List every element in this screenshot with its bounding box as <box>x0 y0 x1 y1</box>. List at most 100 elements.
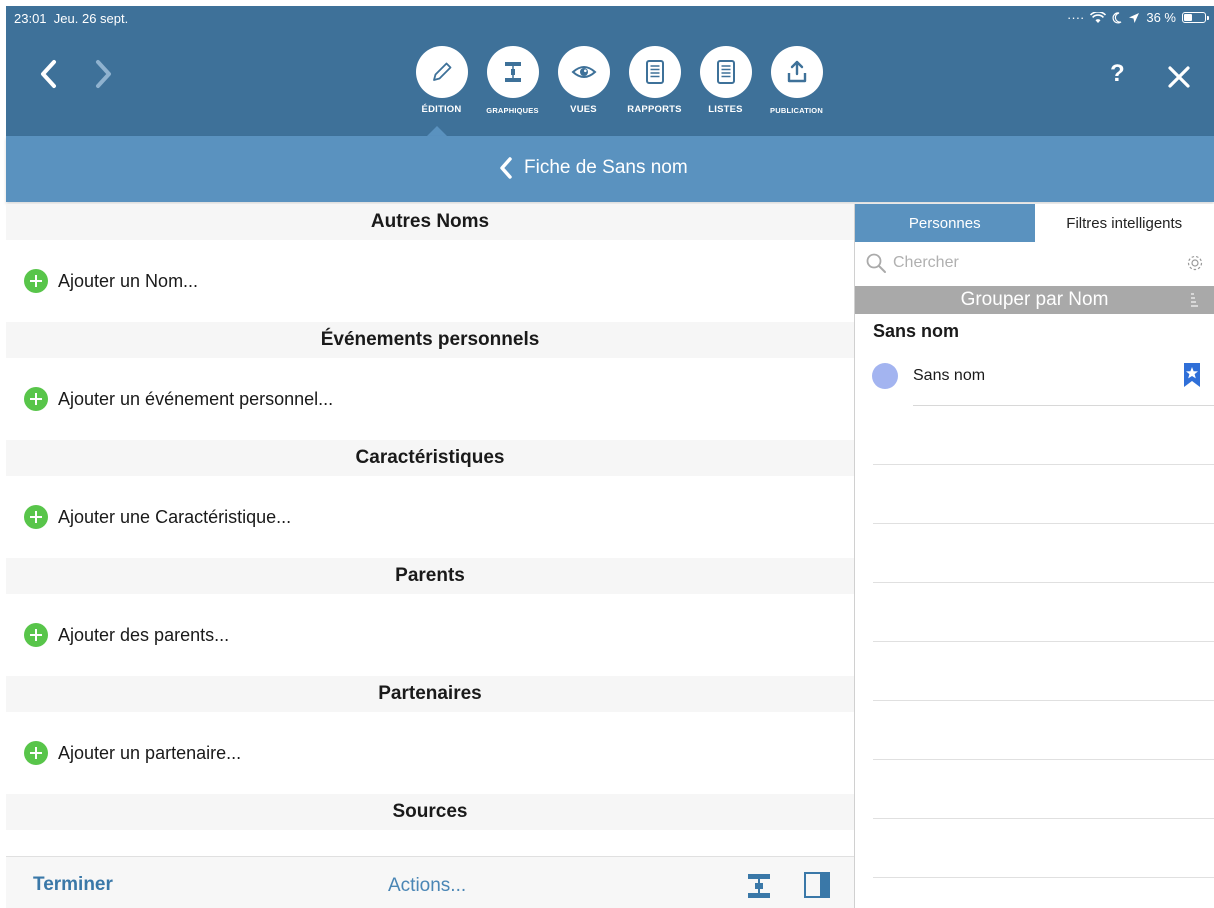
section-header-sources: Sources <box>6 794 854 830</box>
back-arrow-button[interactable] <box>34 56 64 92</box>
tool-graphiques[interactable]: GRAPHIQUES <box>477 46 548 115</box>
status-time: 23:01 Jeu. 26 sept. <box>14 11 129 26</box>
moon-icon <box>1112 11 1122 23</box>
chevron-right-icon <box>96 60 111 88</box>
add-icon <box>24 269 48 293</box>
person-name: Sans nom <box>913 367 986 384</box>
location-icon <box>1129 12 1140 23</box>
tool-graphiques-circle <box>486 46 539 98</box>
section-header-autres-noms: Autres Noms <box>6 204 854 240</box>
status-right: ···· 36 % <box>1067 10 1209 25</box>
chevron-left-icon <box>500 157 512 179</box>
tool-vues-label: VUES <box>570 104 597 115</box>
sidebar-toggle-icon <box>804 872 830 898</box>
tool-graphiques-label: GRAPHIQUES <box>486 106 539 115</box>
record-title: Fiche de Sans nom <box>524 157 688 178</box>
report-icon <box>645 60 664 84</box>
battery-percent: 36 % <box>1146 10 1176 25</box>
tree-chart-icon <box>748 874 770 898</box>
tool-edition-circle <box>415 46 468 98</box>
top-toolbar: 23:01 Jeu. 26 sept. ···· 36 % ÉDITION GR… <box>6 6 1214 137</box>
empty-row-line <box>873 700 1214 701</box>
tool-rapports-circle <box>628 46 681 98</box>
tree-chart-icon <box>504 62 521 82</box>
person-list-item[interactable]: Sans nom <box>855 348 1214 406</box>
edit-form-panel: Autres Noms Ajouter un Nom... Événements… <box>6 204 854 856</box>
gear-icon[interactable] <box>1186 254 1204 272</box>
empty-row-line <box>873 523 1214 524</box>
list-icon <box>716 60 735 84</box>
add-partner-row[interactable]: Ajouter un partenaire... <box>6 712 854 794</box>
add-icon <box>24 505 48 529</box>
help-button[interactable]: ? <box>1110 60 1125 88</box>
empty-row-line <box>873 464 1214 465</box>
status-bar: 23:01 Jeu. 26 sept. ···· 36 % <box>6 6 1214 32</box>
empty-row-line <box>873 759 1214 760</box>
share-icon <box>787 60 806 83</box>
group-header: Sans nom <box>873 321 960 341</box>
tab-personnes[interactable]: Personnes <box>855 204 1035 242</box>
group-by-bar[interactable]: Grouper par Nom <box>855 286 1214 314</box>
battery-icon <box>1182 12 1209 23</box>
add-partner-label: Ajouter un partenaire... <box>58 742 242 763</box>
add-name-label: Ajouter un Nom... <box>58 270 199 291</box>
record-title-bar: Fiche de Sans nom <box>6 136 1214 202</box>
close-button[interactable] <box>1166 64 1192 90</box>
tool-vues-circle <box>557 46 610 98</box>
sort-icon <box>1191 293 1198 307</box>
close-icon <box>1168 66 1190 88</box>
search-input[interactable] <box>893 250 1163 276</box>
chart-button[interactable] <box>744 873 774 899</box>
forward-arrow-button[interactable] <box>88 56 118 92</box>
wifi-icon <box>1090 11 1107 23</box>
search-icon <box>866 253 886 273</box>
pencil-icon <box>432 62 451 81</box>
section-header-parents: Parents <box>6 558 854 594</box>
tool-publication-label: PUBLICATION <box>770 106 823 115</box>
add-name-row[interactable]: Ajouter un Nom... <box>6 240 854 322</box>
persons-sidebar: Personnes Filtres intelligents Grouper p… <box>855 204 1214 908</box>
empty-row-line <box>873 818 1214 819</box>
avatar <box>872 363 898 389</box>
tool-publication-circle <box>770 46 823 98</box>
tool-rapports[interactable]: RAPPORTS <box>619 46 690 115</box>
add-icon <box>24 741 48 765</box>
section-header-caracteristiques: Caractéristiques <box>6 440 854 476</box>
add-parents-row[interactable]: Ajouter des parents... <box>6 594 854 676</box>
tool-edition[interactable]: ÉDITION <box>406 46 477 115</box>
toggle-sidebar-button[interactable] <box>803 871 831 899</box>
empty-row-line <box>873 877 1214 878</box>
add-event-row[interactable]: Ajouter un événement personnel... <box>6 358 854 440</box>
view-mode-toolbar: ÉDITION GRAPHIQUES VUES RAPPORTS LISTES <box>406 46 832 115</box>
add-icon <box>24 387 48 411</box>
eye-icon <box>571 66 596 78</box>
done-button[interactable]: Terminer <box>33 874 113 896</box>
tab-filtres-intelligents[interactable]: Filtres intelligents <box>1034 204 1214 242</box>
signal-icon: ···· <box>1067 10 1085 25</box>
bookmark-star-icon[interactable] <box>1182 362 1202 388</box>
add-event-label: Ajouter un événement personnel... <box>58 388 334 409</box>
tool-listes-label: LISTES <box>708 104 743 115</box>
sidebar-tabs: Personnes Filtres intelligents <box>855 204 1214 242</box>
tool-vues[interactable]: VUES <box>548 46 619 115</box>
tool-publication[interactable]: PUBLICATION <box>761 46 832 115</box>
section-header-partenaires: Partenaires <box>6 676 854 712</box>
tool-listes[interactable]: LISTES <box>690 46 761 115</box>
tool-edition-label: ÉDITION <box>421 104 462 115</box>
chevron-left-icon <box>41 60 56 88</box>
add-icon <box>24 623 48 647</box>
add-characteristic-label: Ajouter une Caractéristique... <box>58 506 292 527</box>
row-separator <box>913 405 1214 406</box>
group-by-label: Grouper par Nom <box>960 289 1109 310</box>
search-row <box>855 242 1214 286</box>
bottom-toolbar: Terminer Actions... <box>6 856 854 908</box>
tool-listes-circle <box>699 46 752 98</box>
empty-row-line <box>873 582 1214 583</box>
empty-row-line <box>873 641 1214 642</box>
add-characteristic-row[interactable]: Ajouter une Caractéristique... <box>6 476 854 558</box>
add-parents-label: Ajouter des parents... <box>58 624 230 645</box>
section-header-evenements: Événements personnels <box>6 322 854 358</box>
tool-rapports-label: RAPPORTS <box>627 104 682 115</box>
actions-button[interactable]: Actions... <box>388 875 466 897</box>
back-to-record-button[interactable]: Fiche de Sans nom <box>498 156 688 180</box>
